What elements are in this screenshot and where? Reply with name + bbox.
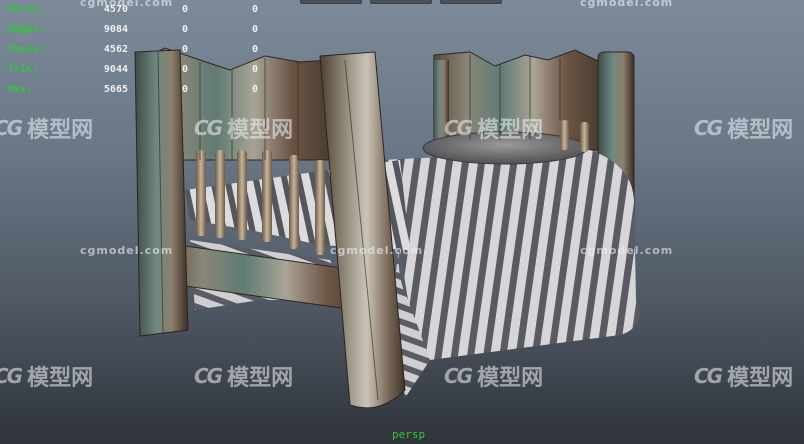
hud-label: Verts: bbox=[8, 4, 45, 15]
hud-row-verts: Verts: 4570 0 0 bbox=[8, 0, 258, 20]
hud-value-selected: 0 bbox=[181, 64, 188, 75]
hud-value: 9044 bbox=[103, 64, 128, 75]
poly-count-hud: Verts: 4570 0 0 Edges: 9084 0 0 Faces: 4… bbox=[8, 0, 258, 100]
hud-value-selected: 0 bbox=[181, 4, 188, 15]
hud-value: 4570 bbox=[103, 4, 128, 15]
hud-label: UVs: bbox=[8, 84, 33, 95]
hud-value-selected: 0 bbox=[181, 44, 188, 55]
hud-value-selected: 0 bbox=[181, 84, 188, 95]
hud-label: Edges: bbox=[8, 24, 45, 35]
hud-row-tris: Tris: 9044 0 0 bbox=[8, 60, 258, 80]
hud-value-selected2: 0 bbox=[251, 84, 258, 95]
maya-viewport[interactable]: Verts: 4570 0 0 Edges: 9084 0 0 Faces: 4… bbox=[0, 0, 804, 444]
hud-value-selected2: 0 bbox=[251, 24, 258, 35]
hud-row-uvs: UVs: 5665 0 0 bbox=[8, 80, 258, 100]
hud-row-edges: Edges: 9084 0 0 bbox=[8, 20, 258, 40]
hud-value-selected: 0 bbox=[181, 24, 188, 35]
hud-value: 4562 bbox=[103, 44, 128, 55]
hud-label: Faces: bbox=[8, 44, 45, 55]
hud-value-selected2: 0 bbox=[251, 44, 258, 55]
hud-row-faces: Faces: 4562 0 0 bbox=[8, 40, 258, 60]
hud-label: Tris: bbox=[8, 64, 39, 75]
hud-value: 5665 bbox=[103, 84, 128, 95]
hud-value-selected2: 0 bbox=[251, 4, 258, 15]
hud-value-selected2: 0 bbox=[251, 64, 258, 75]
hud-value: 9084 bbox=[103, 24, 128, 35]
camera-name-label: persp bbox=[392, 428, 426, 441]
